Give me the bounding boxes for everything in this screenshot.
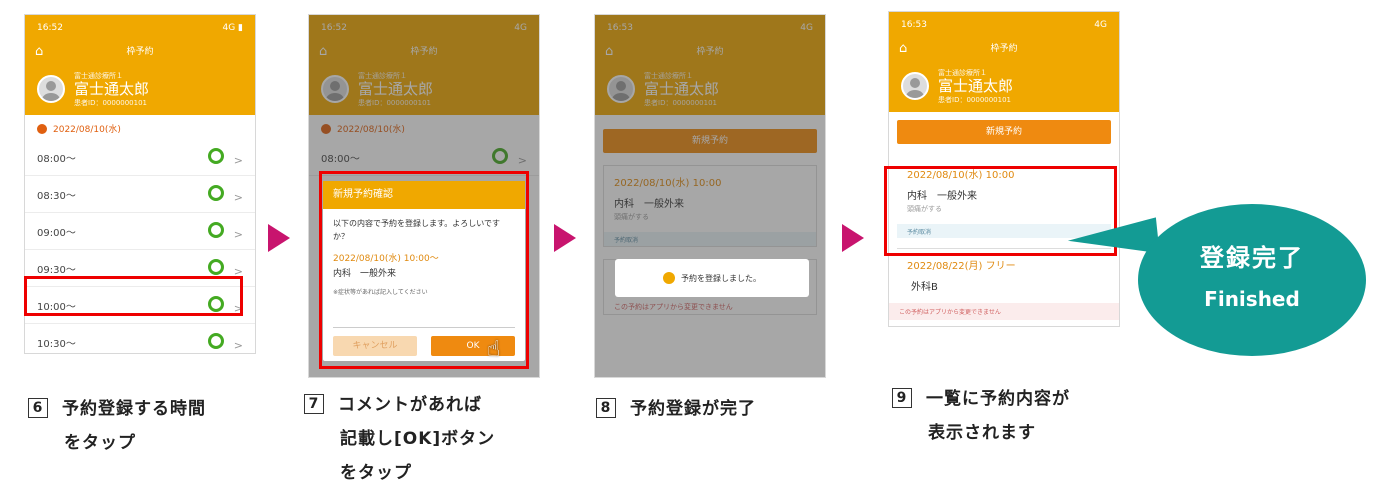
- home-icon[interactable]: ⌂: [35, 41, 43, 63]
- available-icon: [207, 147, 224, 164]
- nav-bar: ⌂ 枠予約: [25, 41, 255, 63]
- next-arrow: [554, 224, 576, 252]
- check-icon: [663, 272, 675, 284]
- time-slot[interactable]: 08:00〜 >: [25, 139, 255, 176]
- new-reservation-button[interactable]: 新規予約: [897, 120, 1111, 144]
- finished-bubble: 登録完了 Finished: [1138, 204, 1366, 356]
- bubble-subtitle: Finished: [1204, 287, 1300, 311]
- status-bar: 16:53 4G: [889, 12, 1119, 38]
- chevron-right-icon: >: [233, 153, 243, 167]
- caption-6: 6 予約登録する時間 をタップ: [28, 392, 206, 460]
- nav-bar: ⌂ 枠予約: [889, 38, 1119, 60]
- patient-id: 患者ID：0000000101: [74, 98, 147, 107]
- chevron-right-icon: >: [233, 190, 243, 204]
- signal-indicator: 4G ▮: [222, 23, 243, 33]
- back-icon[interactable]: [37, 123, 47, 134]
- available-icon: [207, 332, 224, 349]
- avatar: [901, 72, 929, 100]
- profile-header: 富士通診療所１ 富士通太郎 患者ID：0000000101: [25, 63, 255, 115]
- clock: 16:52: [37, 23, 63, 33]
- caption-9: 9 一覧に予約内容が 表示されます: [892, 382, 1070, 450]
- time-slot[interactable]: 10:30〜 >: [25, 324, 255, 353]
- chevron-right-icon: >: [233, 338, 243, 352]
- home-icon[interactable]: ⌂: [899, 38, 907, 60]
- available-icon: [207, 258, 224, 275]
- note-text: この予約はアプリから変更できません: [889, 303, 1119, 320]
- nav-title: 枠予約: [126, 47, 154, 57]
- patient-name: 富士通太郎: [74, 79, 150, 98]
- chevron-right-icon: >: [233, 227, 243, 241]
- highlight-box: [24, 276, 243, 316]
- profile-header: 富士通診療所１ 富士通太郎 患者ID：0000000101: [889, 60, 1119, 112]
- modal-overlay: [595, 15, 825, 377]
- toast-message: 予約を登録しました。: [615, 259, 809, 297]
- highlight-box: [319, 171, 529, 369]
- available-icon: [207, 221, 224, 238]
- caption-8: 8 予約登録が完了: [596, 392, 756, 426]
- avatar: [37, 75, 65, 103]
- date-selector[interactable]: 2022/08/10(水): [25, 115, 255, 139]
- bubble-title: 登録完了: [1200, 244, 1304, 272]
- available-icon: [207, 184, 224, 201]
- time-slot[interactable]: 09:00〜 >: [25, 213, 255, 250]
- next-arrow: [842, 224, 864, 252]
- screen-8: 16:53 4G ⌂ 枠予約 富士通診療所１ 富士通太郎 患者ID：0000000101…: [594, 14, 826, 378]
- next-arrow: [268, 224, 290, 252]
- caption-7: 7 コメントがあれば 記載し[OK]ボタン をタップ: [304, 388, 495, 490]
- status-bar: 16:52 4G ▮: [25, 15, 255, 41]
- hospital-name: 富士通診療所１: [74, 71, 123, 80]
- time-slot[interactable]: 08:30〜 >: [25, 176, 255, 213]
